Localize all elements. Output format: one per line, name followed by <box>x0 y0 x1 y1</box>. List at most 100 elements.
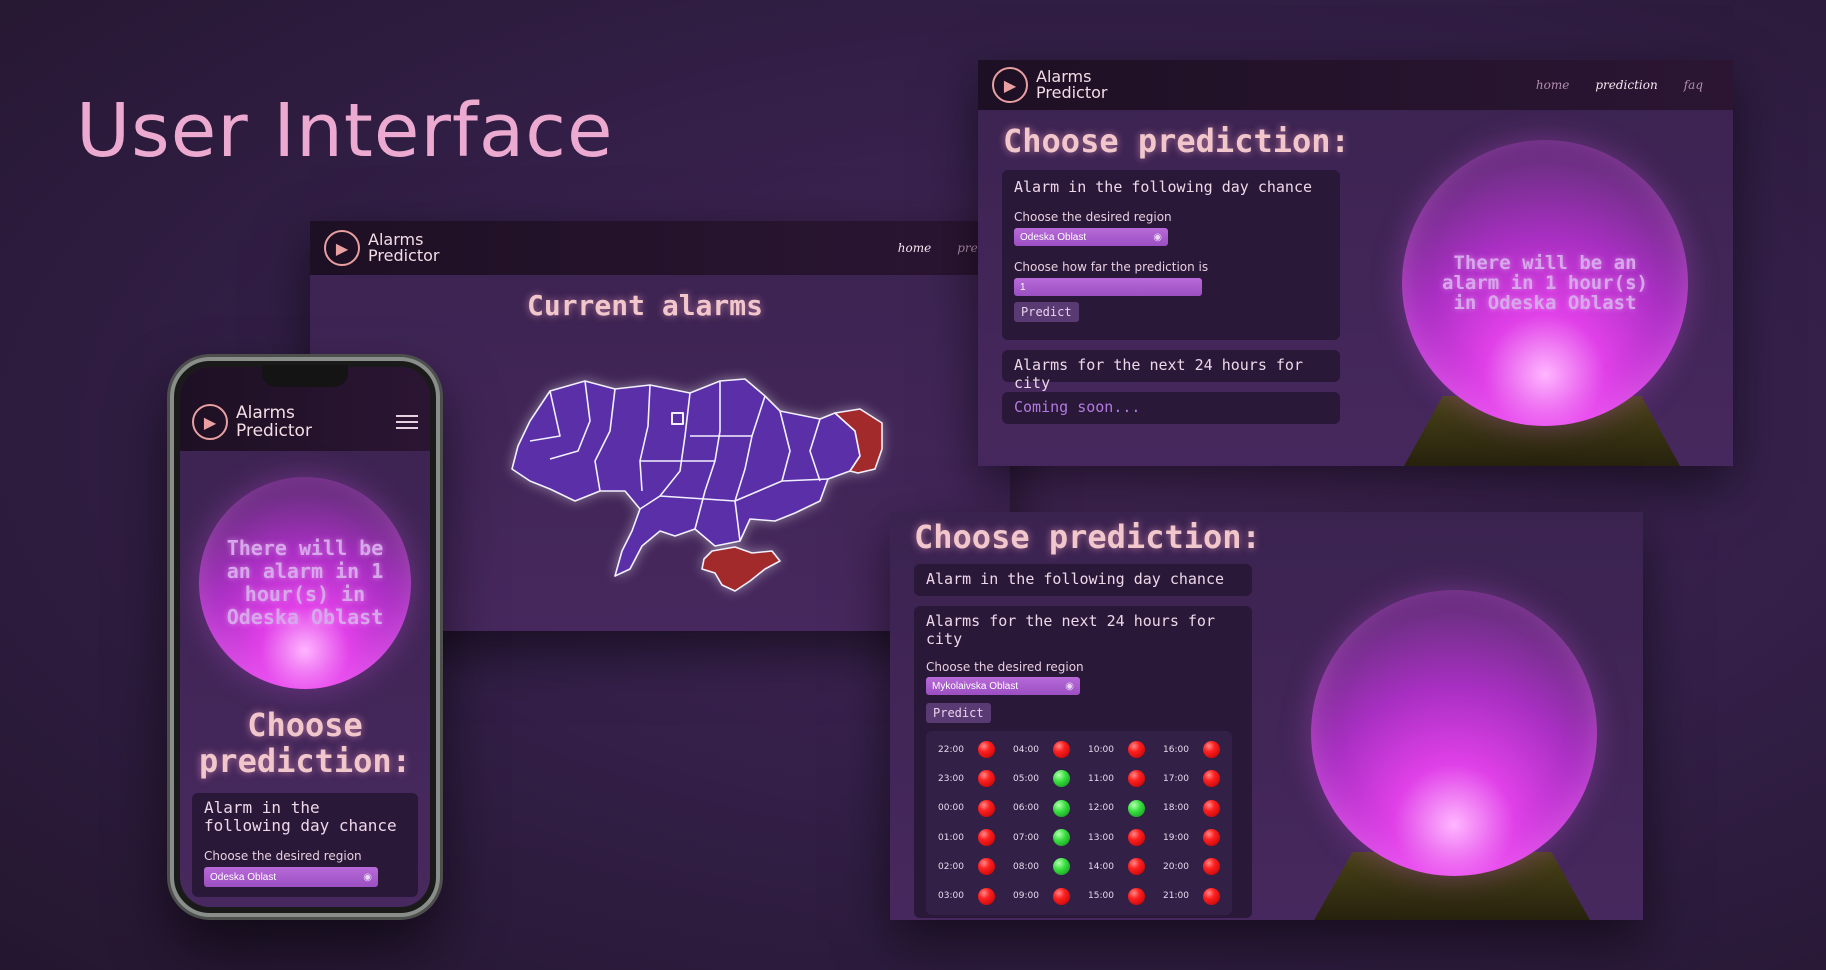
hamburger-icon[interactable] <box>396 411 418 433</box>
nav-faq[interactable]: faq <box>1684 78 1703 92</box>
brand-line2: Predictor <box>368 246 440 265</box>
alarm-indicator <box>978 799 995 817</box>
region-select[interactable]: Odeska Oblast ◉ <box>204 867 378 887</box>
day-chance-card[interactable]: Alarm in the following day chance <box>914 564 1252 596</box>
no-alarm-indicator <box>1053 799 1070 817</box>
nav-prediction[interactable]: prediction <box>1595 78 1657 92</box>
prediction-title: Choose prediction: <box>1003 122 1350 160</box>
region-label: Choose the desired region <box>1014 210 1172 224</box>
alarm-indicator <box>978 770 995 788</box>
hour-time: 17:00 <box>1163 773 1189 784</box>
brand-logo[interactable]: ▶ Alarms Predictor <box>192 404 312 440</box>
hour-time: 08:00 <box>1013 861 1039 872</box>
day-chance-card: Alarm in the following day chance Choose… <box>192 793 418 897</box>
day-chance-card: Alarm in the following day chance Choose… <box>1002 170 1340 340</box>
alarm-indicator <box>1203 829 1220 847</box>
hour-cell: 14:00 <box>1088 854 1145 879</box>
region-select-value: Mykolaivska Oblast <box>932 680 1019 692</box>
hour-cell: 10:00 <box>1088 737 1145 762</box>
region-select[interactable]: Mykolaivska Oblast ◉ <box>926 677 1080 695</box>
hour-cell: 13:00 <box>1088 825 1145 850</box>
phone-notch <box>262 365 348 387</box>
hour-time: 20:00 <box>1163 861 1189 872</box>
hourly-alarm-grid: 22:00 04:00 10:00 16:00 23:00 05:00 11:00 17:00… <box>926 731 1232 915</box>
hour-cell: 01:00 <box>938 825 995 850</box>
coming-soon-card: Coming soon... <box>1002 392 1340 424</box>
eye-icon[interactable]: ◉ <box>363 872 372 883</box>
alarm-indicator <box>978 829 995 847</box>
map-page-title: Current alarms <box>526 289 763 322</box>
ukraine-alarm-map[interactable] <box>490 341 910 601</box>
brand-logo[interactable]: ▶ Alarms Predictor <box>992 67 1107 103</box>
hour-cell: 12:00 <box>1088 796 1145 821</box>
prediction-result: There will be an alarm in 1 hour(s) in O… <box>226 536 384 629</box>
no-alarm-indicator <box>1128 799 1145 817</box>
prediction-navbar: ▶ Alarms Predictor home prediction faq <box>978 60 1733 110</box>
eye-icon[interactable]: ◉ <box>1065 681 1074 692</box>
hour-time: 01:00 <box>938 832 964 843</box>
crystal-ball: There will be an alarm in 1 hour(s) in O… <box>199 477 411 689</box>
horizon-input-value: 1 <box>1020 281 1026 293</box>
region-select[interactable]: Odeska Oblast ◉ <box>1014 228 1168 246</box>
hour-time: 22:00 <box>938 744 964 755</box>
alarm-indicator <box>978 887 995 905</box>
prediction-title: Choose prediction: <box>914 518 1261 556</box>
hour-time: 05:00 <box>1013 773 1039 784</box>
hour-cell: 16:00 <box>1163 737 1220 762</box>
hour-cell: 19:00 <box>1163 825 1220 850</box>
alarm-indicator <box>1128 770 1145 788</box>
crystal-ball: There will be an alarm in 1 hour(s) in O… <box>1402 140 1688 426</box>
predict-button[interactable]: Predict <box>1014 302 1079 322</box>
hour-cell: 20:00 <box>1163 854 1220 879</box>
alarm-indicator <box>1203 799 1220 817</box>
map-navbar: ▶ Alarms Predictor home predic <box>310 221 1010 275</box>
crystal-ball <box>1311 590 1597 876</box>
eye-icon[interactable]: ◉ <box>1153 232 1162 243</box>
megaphone-icon: ▶ <box>324 230 360 266</box>
hour-cell: 07:00 <box>1013 825 1070 850</box>
hour-time: 19:00 <box>1163 832 1189 843</box>
hour-time: 14:00 <box>1088 861 1114 872</box>
hour-cell: 00:00 <box>938 796 995 821</box>
hour-time: 02:00 <box>938 861 964 872</box>
brand-line1: Alarms <box>236 403 295 423</box>
horizon-input[interactable]: 1 <box>1014 278 1202 296</box>
map-region-crimea-alarm[interactable] <box>701 546 781 592</box>
hour-cell: 06:00 <box>1013 796 1070 821</box>
region-label: Choose the desired region <box>926 660 1084 674</box>
predict-button[interactable]: Predict <box>926 703 991 723</box>
hour-cell: 03:00 <box>938 884 995 909</box>
no-alarm-indicator <box>1053 858 1070 876</box>
no-alarm-indicator <box>1053 770 1070 788</box>
alarm-indicator <box>1203 887 1220 905</box>
phone-screen: ▶ Alarms Predictor There will be an alar… <box>180 367 430 907</box>
region-select-value: Odeska Oblast <box>1020 231 1087 243</box>
brand-logo[interactable]: ▶ Alarms Predictor <box>324 230 439 266</box>
brand-line2: Predictor <box>236 421 312 441</box>
hour-time: 03:00 <box>938 891 964 902</box>
hour-cell: 09:00 <box>1013 884 1070 909</box>
alarm-indicator <box>1128 829 1145 847</box>
hour-cell: 23:00 <box>938 766 995 791</box>
alarm-indicator <box>1203 741 1220 759</box>
alarm-indicator <box>978 858 995 876</box>
hour-cell: 15:00 <box>1088 884 1145 909</box>
hour-cell: 22:00 <box>938 737 995 762</box>
hour-time: 04:00 <box>1013 744 1039 755</box>
alarm-indicator <box>1203 858 1220 876</box>
map-region-mainland[interactable] <box>511 378 861 577</box>
day-chance-title: Alarm in the following day chance <box>1014 178 1313 196</box>
hour-cell: 05:00 <box>1013 766 1070 791</box>
hour-cell: 18:00 <box>1163 796 1220 821</box>
hour-time: 18:00 <box>1163 803 1189 814</box>
nav-home[interactable]: home <box>1536 78 1569 92</box>
nav-home[interactable]: home <box>898 241 931 255</box>
alarm-indicator <box>1128 887 1145 905</box>
hour-cell: 08:00 <box>1013 854 1070 879</box>
city-24h-card[interactable]: Alarms for the next 24 hours for city <box>1002 350 1340 392</box>
prediction-result: There will be an alarm in 1 hour(s) in O… <box>1442 252 1648 314</box>
day-chance-title: Alarm in the following day chance <box>926 570 1225 588</box>
hour-time: 11:00 <box>1088 773 1114 784</box>
hour-cell: 04:00 <box>1013 737 1070 762</box>
hour-time: 09:00 <box>1013 891 1039 902</box>
